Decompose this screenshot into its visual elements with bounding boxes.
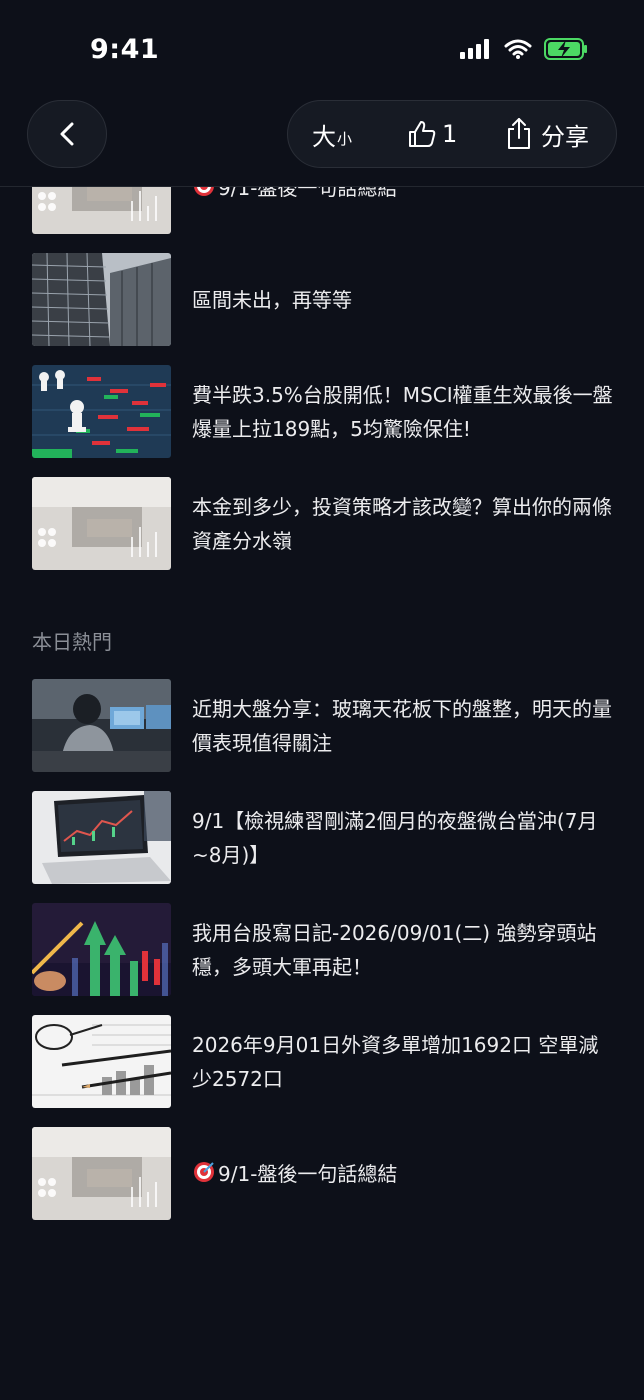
article-list-area: 9/1-盤後一句話總結 區間未出，再等等 費半跌3.5%台股開低！MSCI權重生… — [0, 0, 644, 1400]
chevron-left-icon — [60, 122, 74, 146]
list-item[interactable]: 區間未出，再等等 — [32, 253, 622, 346]
list-item[interactable]: 9/1-盤後一句話總結 — [32, 1127, 622, 1220]
list-item[interactable]: 我用台股寫日記-2026/09/01(二) 強勢穿頭站穩，多頭大軍再起！ — [32, 903, 622, 996]
back-button[interactable] — [27, 100, 107, 168]
article-title: 近期大盤分享：玻璃天花板下的盤整，明天的量價表現值得關注 — [192, 696, 612, 755]
article-title: 2026年9月01日外資多單增加1692口 空單減少2572口 — [192, 1032, 599, 1091]
status-bar: 9:41 — [0, 0, 644, 100]
article-thumbnail — [32, 903, 171, 996]
article-header: 大小 1 分享 — [0, 100, 644, 187]
article-title: 區間未出，再等等 — [192, 287, 352, 312]
like-button[interactable]: 1 — [406, 101, 457, 167]
article-title: 9/1-盤後一句話總結 — [192, 1127, 617, 1220]
thumbs-up-icon — [409, 121, 436, 147]
article-thumbnail — [32, 477, 171, 570]
status-time: 9:41 — [90, 34, 160, 65]
article-title: 本金到多少，投資策略才該改變？算出你的兩條資產分水嶺 — [192, 494, 612, 553]
wifi-icon — [504, 39, 532, 59]
list-item[interactable]: 近期大盤分享：玻璃天花板下的盤整，明天的量價表現值得關注 — [32, 679, 622, 772]
target-icon — [194, 1161, 214, 1182]
list-item[interactable]: 9/1【檢視練習剛滿2個月的夜盤微台當沖(7月~8月)】 — [32, 791, 622, 884]
hot-section-title: 本日熱門 — [32, 630, 112, 654]
list-item[interactable]: 本金到多少，投資策略才該改變？算出你的兩條資產分水嶺 — [32, 477, 622, 570]
font-size-big-label: 大 — [312, 122, 336, 151]
article-title: 費半跌3.5%台股開低！MSCI權重生效最後一盤爆量上拉189點，5均驚險保住! — [192, 382, 613, 441]
status-icons — [460, 38, 588, 60]
battery-charging-icon — [544, 38, 587, 60]
share-label: 分享 — [541, 122, 589, 151]
article-thumbnail — [32, 365, 171, 458]
article-thumbnail — [32, 791, 171, 884]
list-item[interactable]: 費半跌3.5%台股開低！MSCI權重生效最後一盤爆量上拉189點，5均驚險保住! — [32, 365, 622, 458]
article-thumbnail — [32, 1015, 171, 1108]
article-page: 9/1-盤後一句話總結 區間未出，再等等 費半跌3.5%台股開低！MSCI權重生… — [0, 0, 644, 1400]
article-title: 9/1【檢視練習剛滿2個月的夜盤微台當沖(7月~8月)】 — [192, 808, 598, 867]
font-size-button[interactable]: 大小 — [312, 101, 352, 167]
article-thumbnail — [32, 1127, 171, 1220]
cellular-signal-icon — [460, 39, 489, 59]
article-toolbar: 大小 1 分享 — [287, 100, 617, 168]
list-item[interactable]: 2026年9月01日外資多單增加1692口 空單減少2572口 — [32, 1015, 622, 1108]
article-thumbnail — [32, 679, 171, 772]
share-icon — [508, 118, 530, 149]
font-size-small-label: 小 — [337, 129, 353, 148]
article-thumbnail — [32, 253, 171, 346]
like-count: 1 — [442, 120, 458, 148]
share-button[interactable]: 分享 — [505, 101, 589, 167]
article-title: 我用台股寫日記-2026/09/01(二) 強勢穿頭站穩，多頭大軍再起！ — [192, 920, 597, 979]
